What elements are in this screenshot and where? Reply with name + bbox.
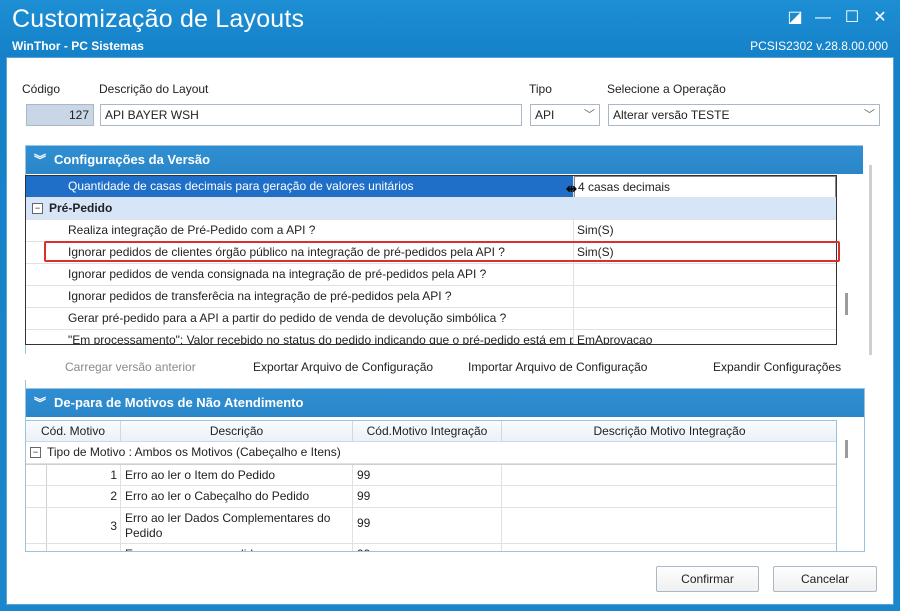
config-label: Gerar pré-pedido para a API a partir do … xyxy=(46,308,574,329)
cell-desc-int[interactable] xyxy=(502,465,836,485)
col-descricao[interactable]: Descrição xyxy=(121,421,353,441)
cell-cod-int[interactable]: 99 xyxy=(353,465,502,485)
restore-icon[interactable]: ◪ xyxy=(785,8,805,28)
depara-scroll-thumb[interactable] xyxy=(845,440,848,458)
table-row[interactable]: Erro ao processar pedido 99 xyxy=(26,544,836,551)
config-value[interactable]: Sim(S) xyxy=(574,220,836,241)
tipo-value: API xyxy=(535,108,555,122)
cancelar-button[interactable]: Cancelar xyxy=(773,566,877,592)
cell-desc-int[interactable] xyxy=(502,508,836,530)
tipo-select[interactable]: API ﹀ xyxy=(530,104,600,126)
config-value-input[interactable]: 4 casas decimais xyxy=(574,176,836,197)
config-row[interactable]: Quantidade de casas decimais para geraçã… xyxy=(26,176,836,198)
collapse-icon: ︾ xyxy=(34,153,47,167)
descricao-field[interactable]: API BAYER WSH xyxy=(100,104,522,126)
config-scroll-thumb[interactable] xyxy=(845,293,848,315)
minimize-icon[interactable]: — xyxy=(813,8,833,28)
config-panel-title: Configurações da Versão xyxy=(54,152,211,167)
cell-cod-int[interactable]: 99 xyxy=(353,544,502,551)
cell-cod-int[interactable]: 99 xyxy=(353,486,502,507)
table-row[interactable]: 3 Erro ao ler Dados Complementares do Pe… xyxy=(26,508,836,544)
col-cod-motivo[interactable]: Cód. Motivo xyxy=(26,421,121,441)
cell-cod xyxy=(46,544,121,551)
cell-cod-int[interactable]: 99 xyxy=(353,508,502,543)
config-label: "Em processamento": Valor recebido no st… xyxy=(46,330,574,344)
operacao-label: Selecione a Operação xyxy=(607,82,726,96)
close-icon[interactable]: ✕ xyxy=(870,8,890,28)
codigo-label: Código xyxy=(22,82,61,96)
highlight-box xyxy=(44,241,840,262)
cell-desc: Erro ao processar pedido xyxy=(121,544,353,551)
config-value[interactable] xyxy=(574,308,836,329)
exportar-config-button[interactable]: Exportar Arquivo de Configuração xyxy=(253,354,433,380)
config-label: Ignorar pedidos de venda consignada na i… xyxy=(46,264,574,285)
cell-desc-int[interactable] xyxy=(502,486,836,507)
cell-desc-int[interactable] xyxy=(502,544,836,551)
scroll-track xyxy=(869,165,872,355)
operacao-value: Alterar versão TESTE xyxy=(613,108,730,122)
cell-desc: Erro ao ler o Cabeçalho do Pedido xyxy=(121,486,353,507)
category-row[interactable]: − Pré-Pedido xyxy=(26,198,836,220)
config-label: Realiza integração de Pré-Pedido com a A… xyxy=(46,220,574,241)
cell-cod: 1 xyxy=(46,465,121,485)
config-value[interactable] xyxy=(574,286,836,307)
tipo-label: Tipo xyxy=(529,82,552,96)
group-row[interactable]: − Tipo de Motivo : Ambos os Motivos (Cabe… xyxy=(26,442,836,464)
operacao-select[interactable]: Alterar versão TESTE ﹀ xyxy=(608,104,880,126)
maximize-icon[interactable]: ☐ xyxy=(842,8,862,28)
depara-panel-header[interactable]: ︾ De-para de Motivos de Não Atendimento xyxy=(26,389,864,417)
config-row[interactable]: Ignorar pedidos de transferêcia na integ… xyxy=(26,286,836,308)
config-scrollbar[interactable] xyxy=(863,145,879,409)
group-label: Tipo de Motivo : Ambos os Motivos (Cabeç… xyxy=(47,445,341,459)
depara-panel-title: De-para de Motivos de Não Atendimento xyxy=(54,395,304,410)
window-title: Customização de Layouts xyxy=(12,5,305,33)
cell-cod: 2 xyxy=(46,486,121,507)
table-row[interactable]: 1 Erro ao ler o Item do Pedido 99 xyxy=(26,464,836,486)
depara-grid: Cód. Motivo Descrição Cód.Motivo Integra… xyxy=(25,420,837,552)
config-row[interactable]: Ignorar pedidos de venda consignada na i… xyxy=(26,264,836,286)
chevron-down-icon: ﹀ xyxy=(584,109,595,121)
col-cod-motivo-integracao[interactable]: Cód.Motivo Integração xyxy=(353,421,502,441)
chevron-down-icon: ﹀ xyxy=(864,109,875,121)
expandir-config-button[interactable]: Expandir Configurações xyxy=(713,354,841,380)
importar-config-button[interactable]: Importar Arquivo de Configuração xyxy=(468,354,647,380)
config-value[interactable] xyxy=(574,264,836,285)
col-descricao-motivo-integracao[interactable]: Descrição Motivo Integração xyxy=(502,421,836,441)
config-row[interactable]: Gerar pré-pedido para a API a partir do … xyxy=(26,308,836,330)
config-toolbar: Carregar versão anterior Exportar Arquiv… xyxy=(25,354,855,380)
cell-desc: Erro ao ler Dados Complementares do Pedi… xyxy=(121,508,353,543)
category-label: Pré-Pedido xyxy=(49,201,113,215)
cell-desc: Erro ao ler o Item do Pedido xyxy=(121,465,353,485)
config-label: Ignorar pedidos de transferêcia na integ… xyxy=(46,286,574,307)
collapse-minus-icon[interactable]: − xyxy=(30,447,41,459)
table-row[interactable]: 2 Erro ao ler o Cabeçalho do Pedido 99 xyxy=(26,486,836,508)
confirmar-button[interactable]: Confirmar xyxy=(656,566,759,592)
carregar-versao-button[interactable]: Carregar versão anterior xyxy=(65,354,196,380)
column-resize-icon: ⇹ xyxy=(566,181,577,196)
config-panel-header[interactable]: ︾ Configurações da Versão xyxy=(26,146,864,174)
config-row[interactable]: "Em processamento": Valor recebido no st… xyxy=(26,330,836,344)
cell-cod: 3 xyxy=(46,508,121,543)
config-row[interactable]: Realiza integração de Pré-Pedido com a A… xyxy=(26,220,836,242)
collapse-icon: ︾ xyxy=(34,396,47,410)
config-label: Quantidade de casas decimais para geraçã… xyxy=(46,176,574,197)
depara-header-row: Cód. Motivo Descrição Cód.Motivo Integra… xyxy=(26,421,836,442)
dialog-body: Código 127 Descrição do Layout API BAYER… xyxy=(6,57,894,605)
version-label: PCSIS2302 v.28.8.00.000 xyxy=(750,39,888,53)
collapse-minus-icon[interactable]: − xyxy=(32,203,43,215)
window-subtitle: WinThor - PC Sistemas xyxy=(12,39,144,53)
config-value[interactable]: EmAprovacao xyxy=(574,330,836,344)
app-window: Customização de Layouts WinThor - PC Sis… xyxy=(0,0,900,611)
descricao-label: Descrição do Layout xyxy=(99,82,209,96)
codigo-field[interactable]: 127 xyxy=(26,104,94,126)
